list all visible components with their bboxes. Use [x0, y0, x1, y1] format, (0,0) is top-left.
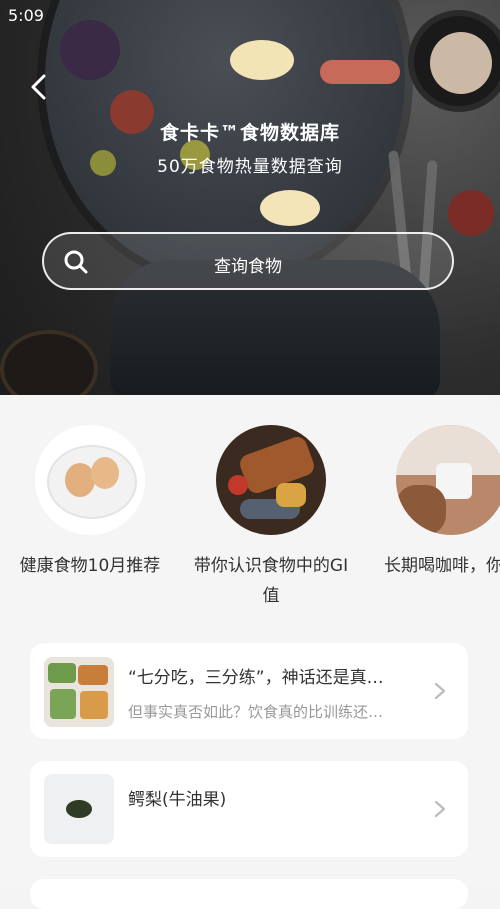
chevron-right-icon [434, 800, 446, 818]
page-subtitle: 50万食物热量数据查询 [157, 157, 343, 177]
pepper-bowl-image [0, 330, 98, 395]
recommendation-item[interactable]: 长期喝咖啡，你的身体会悄悄 [370, 425, 500, 581]
back-arrow-icon[interactable] [28, 74, 50, 100]
grapes-image [60, 20, 120, 80]
page-title: 食卡卡™食物数据库 [159, 122, 340, 144]
grilled-food-image [216, 425, 326, 535]
article-card[interactable]: “七分吃，三分练”，神话还是真… 但事实真否如此？饮食真的比训练还… [30, 643, 468, 739]
meal-prep-image [44, 657, 114, 727]
egg-image [230, 40, 294, 80]
coffee-image [396, 425, 500, 535]
hero-banner: 5:09 食卡卡™食物数据库 50万食物热量数据查询 查询食物 [0, 0, 500, 395]
recommendation-label: 健康食物10月推荐 [19, 556, 161, 576]
next-card[interactable] [30, 879, 468, 909]
recommendation-label: 长期喝咖啡，你的身体会悄悄 [384, 556, 500, 576]
eggs-image [35, 425, 145, 535]
recommendation-item[interactable]: 带你认识食物中的GI值 [186, 425, 356, 611]
food-card[interactable]: 鳄梨(牛油果) [30, 761, 468, 857]
search-placeholder: 查询食物 [214, 257, 282, 277]
article-title: “七分吃，三分练”，神话还是真… [128, 668, 384, 688]
recommendation-item[interactable]: 健康食物10月推荐 [5, 425, 175, 581]
article-subtitle: 但事实真否如此？饮食真的比训练还… [128, 703, 384, 721]
chevron-right-icon [434, 682, 446, 700]
content-panel: 健康食物10月推荐 带你认识食物中的GI值 长期喝咖啡，你的身体会悄悄 “七分吃… [0, 395, 500, 909]
egg-image-2 [260, 190, 320, 226]
fig-image-2 [448, 190, 494, 236]
coffee-image [430, 32, 492, 94]
food-name: 鳄梨(牛油果) [128, 790, 227, 810]
search-input[interactable]: 查询食物 [42, 232, 454, 290]
recommendation-label: 带你认识食物中的GI值 [193, 556, 349, 606]
avocado-image [44, 774, 114, 844]
ham-image [320, 60, 400, 84]
status-time: 5:09 [8, 6, 44, 25]
